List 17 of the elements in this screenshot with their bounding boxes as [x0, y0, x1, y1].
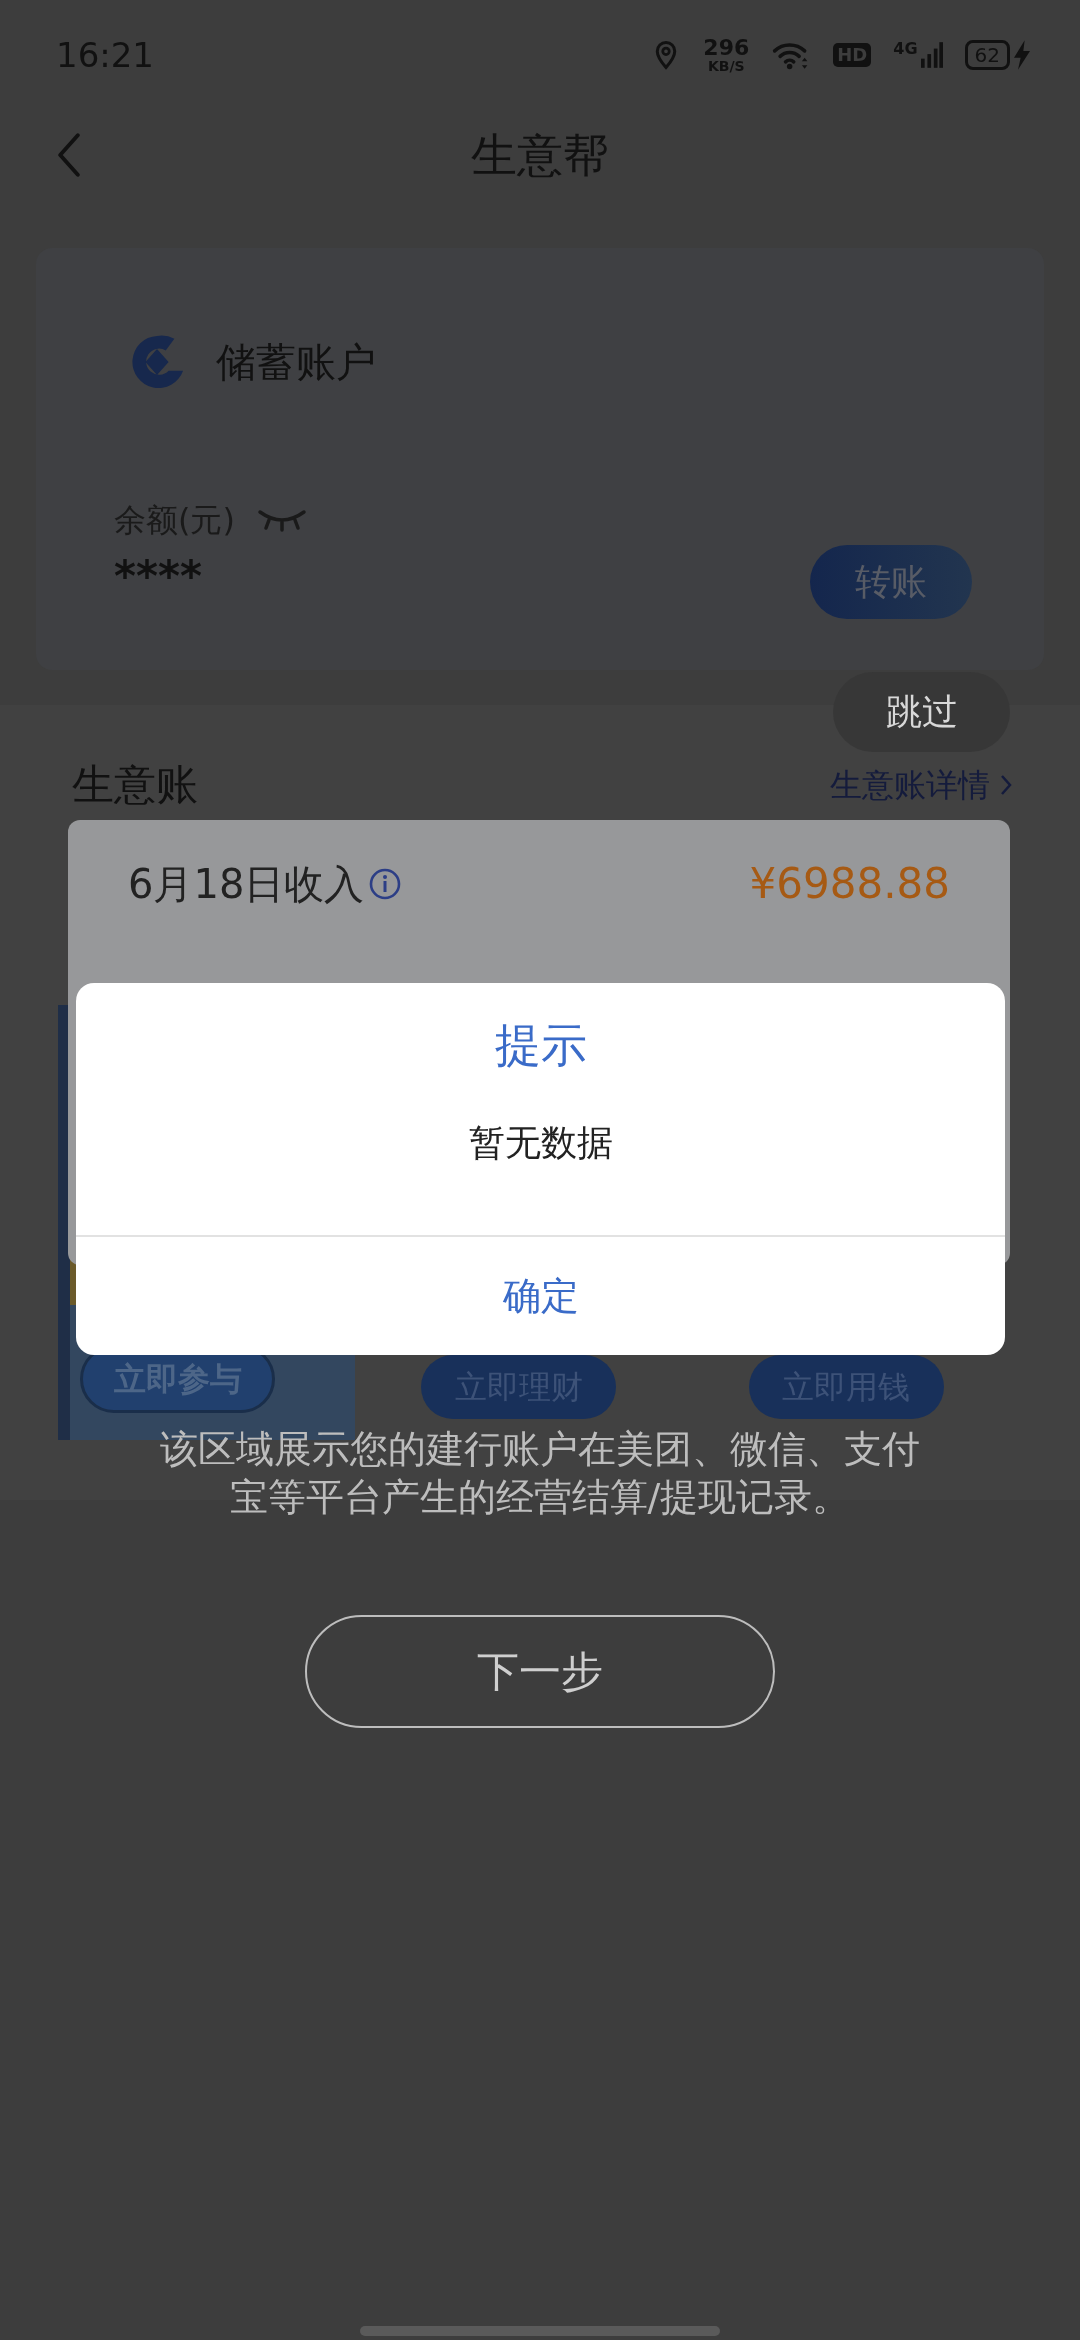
dialog-title: 提示	[494, 1017, 587, 1074]
home-indicator[interactable]	[360, 2326, 720, 2336]
guide-text: 该区域展示您的建行账户在美团、微信、支付宝等平台产生的经营结算/提现记录。	[160, 1426, 920, 1521]
skip-button[interactable]: 跳过	[833, 672, 1010, 752]
hidden-eye-icon[interactable]	[256, 508, 307, 532]
transfer-button[interactable]: 转账	[810, 545, 972, 619]
charging-icon	[1014, 40, 1030, 70]
next-button[interactable]: 下一步	[305, 1615, 775, 1728]
info-icon[interactable]	[368, 866, 403, 901]
confirm-button[interactable]: 确定	[76, 1235, 1005, 1355]
back-icon[interactable]	[58, 132, 80, 178]
income-amount: ¥6988.88	[749, 858, 950, 910]
income-label: 6月18日收入	[128, 859, 365, 909]
dialog-message: 暂无数据	[468, 1121, 613, 1165]
balance-value: ****	[114, 556, 202, 598]
signal-icon	[920, 41, 943, 69]
chevron-right-icon	[1000, 773, 1012, 796]
